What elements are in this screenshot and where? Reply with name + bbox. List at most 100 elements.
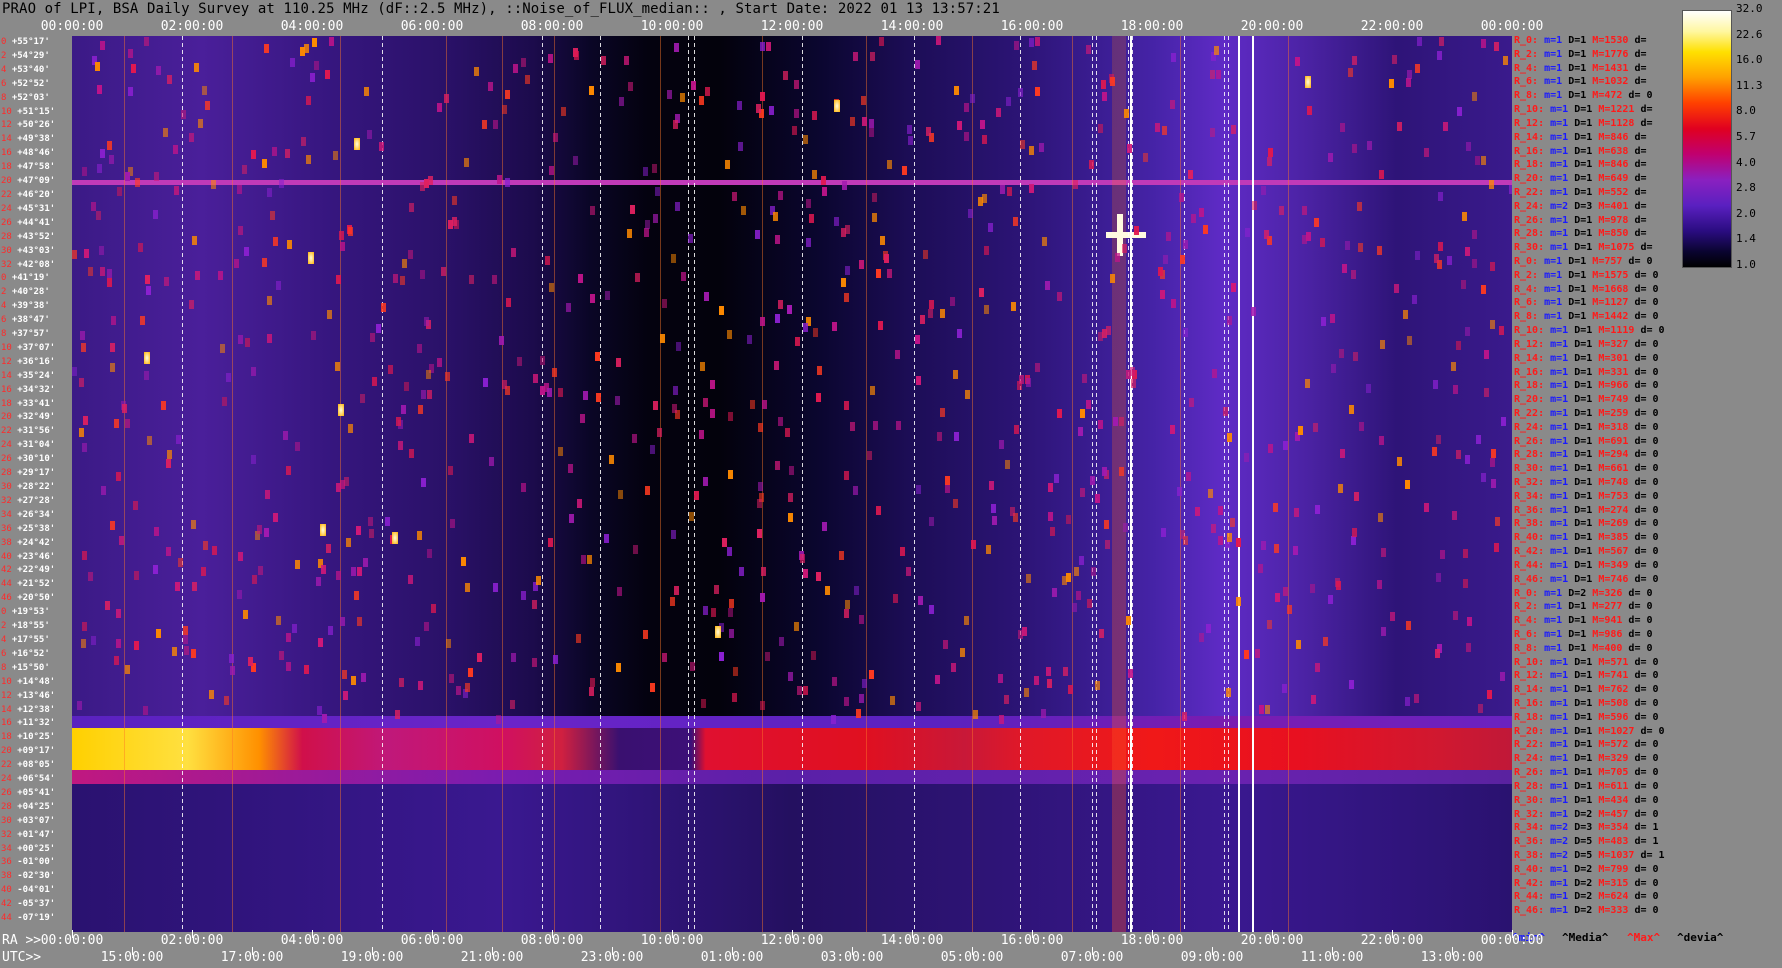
- noise-blip: [1436, 573, 1441, 582]
- noise-blip: [618, 490, 623, 499]
- noise-blip: [446, 639, 451, 648]
- noise-blip: [761, 567, 766, 576]
- stats-field: m=1: [1544, 877, 1569, 889]
- noise-blip: [1296, 640, 1301, 649]
- declination-index: 38: [1, 871, 12, 882]
- noise-blip: [1307, 106, 1312, 115]
- utc-tick: [372, 947, 373, 955]
- utc-tick: [1092, 947, 1093, 955]
- declination-value: +21°52': [11, 579, 56, 590]
- noise-blip: [183, 626, 188, 635]
- noise-blip: [568, 464, 573, 473]
- interference-line: [232, 36, 233, 932]
- stats-field: R_20:: [1514, 394, 1545, 406]
- declination-index: 28: [1, 231, 12, 242]
- noise-blip: [758, 423, 763, 432]
- declination-value: +55°17': [6, 37, 50, 47]
- noise-blip: [107, 278, 112, 287]
- vertical-line: [1184, 36, 1185, 932]
- noise-blip: [1102, 467, 1107, 476]
- declination-value: +41°19': [6, 273, 50, 284]
- stats-field: m=1: [1544, 477, 1569, 488]
- noise-blip: [1203, 225, 1208, 234]
- noise-blip: [1377, 580, 1382, 589]
- noise-blip: [220, 344, 225, 353]
- noise-blip: [119, 536, 124, 545]
- stats-field: m=1: [1538, 283, 1563, 295]
- stats-field: m=2: [1544, 200, 1569, 212]
- stats-field: D=1: [1568, 449, 1593, 461]
- noise-blip: [778, 300, 783, 309]
- stats-field: d= 0: [1634, 725, 1665, 737]
- declination-value: +37°57': [6, 329, 50, 340]
- noise-blip: [72, 367, 77, 376]
- noise-blip: [778, 417, 783, 426]
- noise-blip: [267, 334, 272, 343]
- noise-blip: [844, 471, 849, 480]
- stats-field: m=1: [1538, 297, 1563, 309]
- declination-index: 46: [1, 593, 12, 604]
- noise-blip: [1171, 53, 1176, 62]
- stats-field: m=1: [1538, 615, 1563, 627]
- noise-blip: [1183, 240, 1188, 249]
- stats-row: R_24: m=1 D=1 M=318 d= 0: [1514, 422, 1659, 433]
- noise-blip: [643, 167, 648, 176]
- bright-source: [1305, 76, 1311, 88]
- stats-field: D=1: [1568, 794, 1593, 806]
- noise-blip: [813, 328, 818, 337]
- declination-index: 32: [1, 495, 12, 506]
- noise-blip: [381, 303, 386, 312]
- noise-blip: [1143, 153, 1148, 162]
- noise-blip: [163, 128, 168, 137]
- stats-field: d= 0: [1628, 767, 1659, 779]
- noise-blip: [1102, 92, 1107, 101]
- noise-blip: [156, 66, 161, 75]
- stats-field: R_14:: [1514, 352, 1545, 364]
- noise-blip: [644, 228, 649, 237]
- noise-blip: [816, 572, 821, 581]
- declination-value: +37°07': [11, 342, 56, 353]
- noise-blip: [107, 141, 112, 150]
- noise-blip: [789, 466, 794, 475]
- noise-blip: [760, 42, 765, 51]
- stats-field: M=301: [1592, 352, 1629, 364]
- noise-blip: [674, 43, 679, 52]
- stats-field: m=1: [1544, 145, 1569, 157]
- declination-value: +29°17': [11, 468, 56, 479]
- noise-blip: [329, 37, 334, 46]
- stats-field: M=315: [1592, 877, 1629, 889]
- stats-field: D=3: [1568, 822, 1593, 834]
- stats-field: D=1: [1568, 435, 1593, 447]
- noise-blip: [408, 250, 413, 259]
- stats-row: R_30: m=1 D=1 M=661 d= 0: [1514, 464, 1659, 474]
- noise-blip: [1223, 407, 1228, 416]
- spectrogram-plot: [72, 36, 1512, 932]
- declination-index: 22: [1, 426, 12, 437]
- stats-row: R_0: m=1 D=2 M=326 d= 0: [1514, 588, 1653, 599]
- ra-tick: [192, 930, 193, 938]
- noise-blip: [133, 501, 138, 510]
- bright-source: [354, 138, 360, 150]
- noise-blip: [729, 599, 734, 608]
- noise-blip: [558, 447, 563, 456]
- stats-field: D=1: [1562, 601, 1587, 613]
- noise-blip: [916, 376, 921, 385]
- declination-label: 2 +40°28': [1, 288, 50, 297]
- noise-blip: [1315, 663, 1320, 672]
- declination-label: 38 -02°30': [1, 872, 55, 881]
- noise-blip: [951, 663, 956, 672]
- stats-field: D=1: [1568, 214, 1593, 226]
- declination-label: 2 +18°55': [1, 622, 50, 631]
- stats-field: m=1: [1538, 76, 1563, 88]
- stats-field: m=1: [1544, 463, 1569, 475]
- noise-blip: [1456, 450, 1461, 459]
- noise-blip: [145, 275, 150, 284]
- noise-blip: [1128, 669, 1133, 678]
- noise-blip: [1491, 479, 1496, 488]
- stats-row: R_46: m=1 D=2 M=333 d= 0: [1514, 906, 1659, 916]
- noise-blip: [667, 90, 672, 99]
- stats-field: M=611: [1592, 780, 1629, 792]
- noise-blip: [540, 356, 545, 365]
- noise-blip: [950, 297, 955, 306]
- stats-field: D=1: [1568, 559, 1593, 571]
